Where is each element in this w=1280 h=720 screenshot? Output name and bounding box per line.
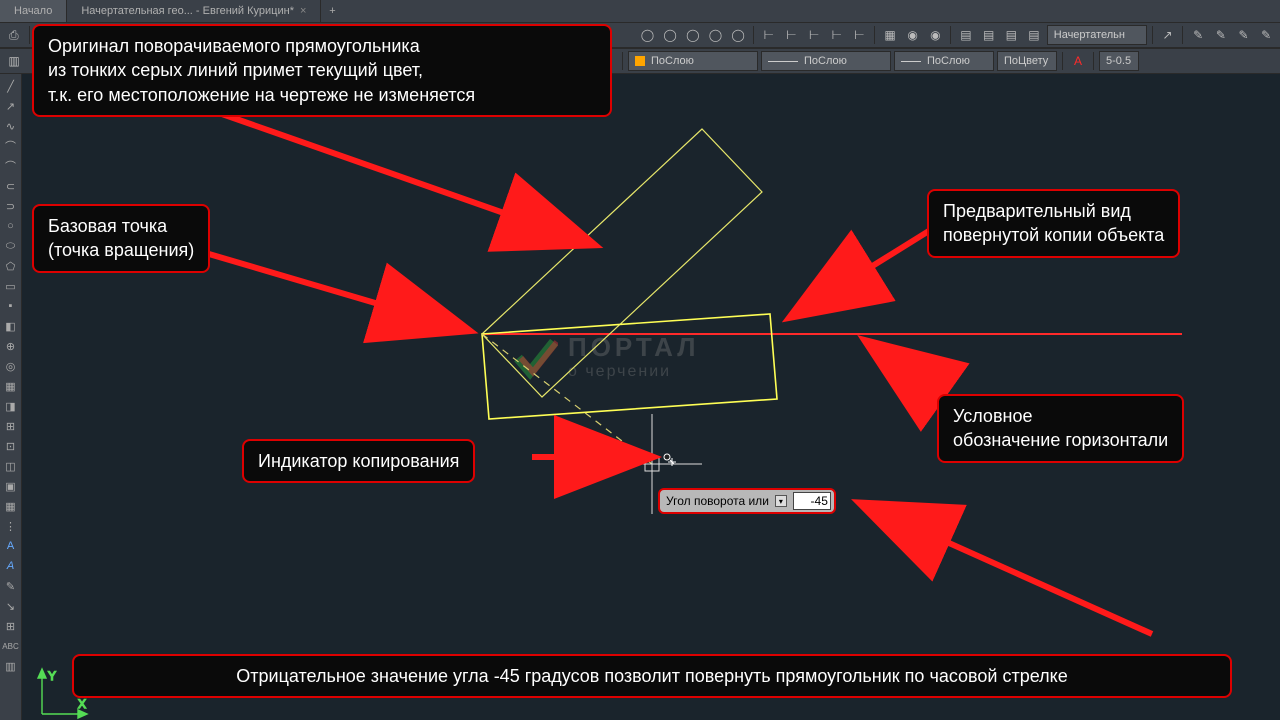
layer-icon[interactable]: ▤ [956,25,976,45]
spline-icon[interactable]: ∿ [1,116,21,136]
tool-icon[interactable]: ▣ [1,476,21,496]
dim-icon[interactable]: ⊢ [759,25,779,45]
tab-home-label: Начало [14,5,52,17]
tool-icon[interactable]: ◯ [683,25,703,45]
misc-icon[interactable]: ✎ [1234,25,1254,45]
new-tab-button[interactable]: + [321,0,343,22]
pline-icon[interactable]: ↗ [1,96,21,116]
dynamic-input: Угол поворота или ▾ [658,488,836,514]
view-icon[interactable]: ◉ [925,25,945,45]
layer-icon[interactable]: ▤ [1001,25,1021,45]
tool-icon[interactable]: ⊞ [1,416,21,436]
tool-icon[interactable]: ⋮ [1,516,21,536]
tool-icon[interactable]: ⊞ [1,616,21,636]
tab-doc[interactable]: Начертательная гео... - Евгений Курицин*… [67,0,321,22]
prop-icon[interactable]: ▥ [4,51,24,71]
misc-icon[interactable]: ✎ [1211,25,1231,45]
text-icon[interactable]: A [1,536,21,556]
lineweight-dropdown[interactable]: ПоСлою [894,51,994,71]
plotstyle-dropdown[interactable]: ПоЦвету [997,51,1057,71]
tool-icon[interactable]: ◯ [638,25,658,45]
view-icon[interactable]: ◉ [903,25,923,45]
angle-input[interactable] [793,492,831,510]
tool-icon[interactable]: ⊃ [1,196,21,216]
tool-icon[interactable]: ▪ [1,296,21,316]
svg-text:X: X [78,697,86,711]
hatch-icon[interactable]: ▦ [1,376,21,396]
callout-bottom: Отрицательное значение угла -45 градусов… [72,654,1232,698]
scale-label: 5-0.5 [1106,55,1131,67]
circle-icon[interactable]: ○ [1,216,21,236]
dim-icon[interactable]: ⊢ [827,25,847,45]
rect-icon[interactable]: ▭ [1,276,21,296]
view-icon[interactable]: ▦ [880,25,900,45]
svg-text:Y: Y [48,669,56,683]
callout-basepoint: Базовая точка (точка вращения) [32,204,210,273]
mtext-icon[interactable]: A [1,556,21,576]
scale-dropdown[interactable]: 5-0.5 [1099,51,1139,71]
color-label: ПоСлою [651,55,694,67]
dyn-label: Угол поворота или [666,494,769,508]
misc-icon[interactable]: ↗ [1158,25,1178,45]
tool-icon[interactable]: ◫ [1,456,21,476]
tool-icon[interactable]: ⊂ [1,176,21,196]
tool-icon[interactable]: ◯ [728,25,748,45]
tool-icon[interactable]: ↘ [1,596,21,616]
tool-icon[interactable]: ◎ [1,356,21,376]
polygon-icon[interactable]: ⬠ [1,256,21,276]
color-dropdown[interactable]: ПоСлою [628,51,758,71]
layer-dropdown-label: Начертательн [1054,29,1125,41]
callout-original: Оригинал поворачиваемого прямоугольника … [32,24,612,117]
layer-icon[interactable]: ▤ [1024,25,1044,45]
tool-icon[interactable]: ◯ [660,25,680,45]
text-icon[interactable]: A [1068,51,1088,71]
document-tabs: Начало Начертательная гео... - Евгений К… [0,0,1280,22]
misc-icon[interactable]: ✎ [1256,25,1276,45]
misc-icon[interactable]: ✎ [1188,25,1208,45]
tool-icon[interactable]: ✎ [1,576,21,596]
dim-icon[interactable]: ⊢ [804,25,824,45]
dim-icon[interactable]: ⊢ [850,25,870,45]
dyn-dropdown-icon[interactable]: ▾ [775,495,787,507]
layer-dropdown[interactable]: Начертательн [1047,25,1147,45]
print-icon[interactable]: ⎙ [4,25,24,45]
tool-icon[interactable]: ◧ [1,316,21,336]
linetype-label: ПоСлою [804,55,847,67]
draw-toolbar: ╱ ↗ ∿ ⌒ ⌒ ⊂ ⊃ ○ ⬭ ⬠ ▭ ▪ ◧ ⊕ ◎ ▦ ◨ ⊞ ⊡ ◫ … [0,74,22,720]
line-icon[interactable]: ╱ [1,76,21,96]
callout-horizontal: Условное обозначение горизонтали [937,394,1184,463]
arc-icon[interactable]: ⌒ [1,136,21,156]
layer-icon[interactable]: ▤ [979,25,999,45]
tool-icon[interactable]: ◯ [706,25,726,45]
tab-close-icon[interactable]: × [300,5,306,17]
abc-icon[interactable]: ABC [1,636,21,656]
plotstyle-label: ПоЦвету [1004,55,1048,67]
tool-icon[interactable]: ▥ [1,656,21,676]
tool-icon[interactable]: ◨ [1,396,21,416]
dim-icon[interactable]: ⊢ [782,25,802,45]
tab-doc-label: Начертательная гео... - Евгений Курицин* [81,5,294,17]
tab-home[interactable]: Начало [0,0,67,22]
lineweight-label: ПоСлою [927,55,970,67]
drawing-canvas[interactable]: ПОРТАЛ о черчении [22,74,1280,720]
callout-copyindicator: Индикатор копирования [242,439,475,483]
ellipse-icon[interactable]: ⬭ [1,236,21,256]
table-icon[interactable]: ▦ [1,496,21,516]
tool-icon[interactable]: ⊕ [1,336,21,356]
linetype-dropdown[interactable]: ПоСлою [761,51,891,71]
arc2-icon[interactable]: ⌒ [1,156,21,176]
callout-preview: Предварительный вид повернутой копии объ… [927,189,1180,258]
tool-icon[interactable]: ⊡ [1,436,21,456]
